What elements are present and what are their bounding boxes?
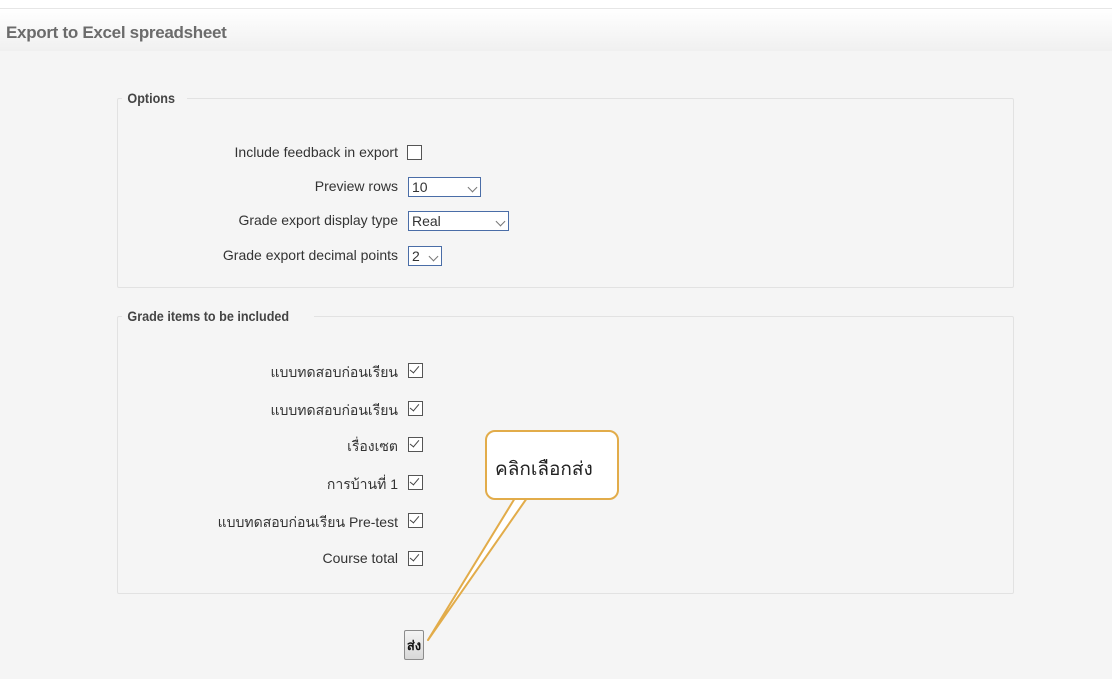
preview-rows-label: Preview rows bbox=[314, 178, 398, 194]
display-type-value: Real bbox=[412, 213, 441, 229]
display-type-row: Grade export display type Real bbox=[0, 209, 510, 233]
grade-item-label: เรื่องเซต bbox=[347, 438, 398, 454]
grade-item-label: Course total bbox=[322, 550, 398, 566]
grade-item-label: แบบทดสอบก่อนเรียน bbox=[270, 364, 399, 380]
grade-item-checkbox[interactable] bbox=[408, 437, 423, 452]
chevron-down-icon bbox=[428, 251, 439, 262]
grade-item-checkbox[interactable] bbox=[408, 513, 423, 528]
include-feedback-row: Include feedback in export bbox=[0, 141, 423, 165]
decimal-points-select[interactable]: 2 bbox=[408, 246, 442, 266]
grade-item-row: การบ้านที่ 1 bbox=[0, 471, 423, 495]
grade-item-row: เรื่องเซต bbox=[0, 433, 423, 457]
options-legend: Options bbox=[127, 90, 176, 106]
grade-item-label: แบบทดสอบก่อนเรียน bbox=[270, 402, 399, 418]
grade-item-checkbox[interactable] bbox=[408, 401, 423, 416]
decimal-points-value: 2 bbox=[412, 248, 420, 264]
grade-item-row: แบบทดสอบก่อนเรียน Pre-test bbox=[0, 509, 423, 533]
include-feedback-checkbox[interactable] bbox=[407, 145, 422, 160]
preview-rows-row: Preview rows 10 bbox=[0, 175, 481, 199]
grade-item-label: การบ้านที่ 1 bbox=[326, 476, 398, 492]
page-header: Export to Excel spreadsheet bbox=[0, 9, 1112, 51]
include-feedback-label: Include feedback in export bbox=[234, 144, 398, 160]
display-type-label: Grade export display type bbox=[238, 212, 398, 228]
grade-item-row: แบบทดสอบก่อนเรียน bbox=[0, 397, 423, 421]
preview-rows-select[interactable]: 10 bbox=[408, 177, 481, 197]
top-strip bbox=[0, 0, 1112, 9]
grade-item-row: Course total bbox=[0, 547, 423, 571]
callout-bubble: คลิกเลือกส่ง bbox=[485, 430, 619, 500]
preview-rows-value: 10 bbox=[412, 179, 428, 195]
grade-item-label: แบบทดสอบก่อนเรียน Pre-test bbox=[217, 514, 398, 530]
decimal-points-row: Grade export decimal points 2 bbox=[0, 244, 442, 268]
display-type-select[interactable]: Real bbox=[408, 211, 509, 231]
chevron-down-icon bbox=[467, 182, 478, 193]
grade-item-row: แบบทดสอบก่อนเรียน bbox=[0, 359, 423, 383]
grade-item-checkbox[interactable] bbox=[408, 551, 423, 566]
grade-item-checkbox[interactable] bbox=[408, 363, 423, 378]
grade-items-legend: Grade items to be included bbox=[127, 308, 290, 324]
grade-item-checkbox[interactable] bbox=[408, 475, 423, 490]
callout-text: คลิกเลือกส่ง bbox=[495, 458, 593, 480]
submit-button[interactable]: ส่ง bbox=[404, 630, 424, 660]
page-title: Export to Excel spreadsheet bbox=[6, 23, 227, 42]
chevron-down-icon bbox=[495, 216, 506, 227]
decimal-points-label: Grade export decimal points bbox=[222, 247, 398, 263]
